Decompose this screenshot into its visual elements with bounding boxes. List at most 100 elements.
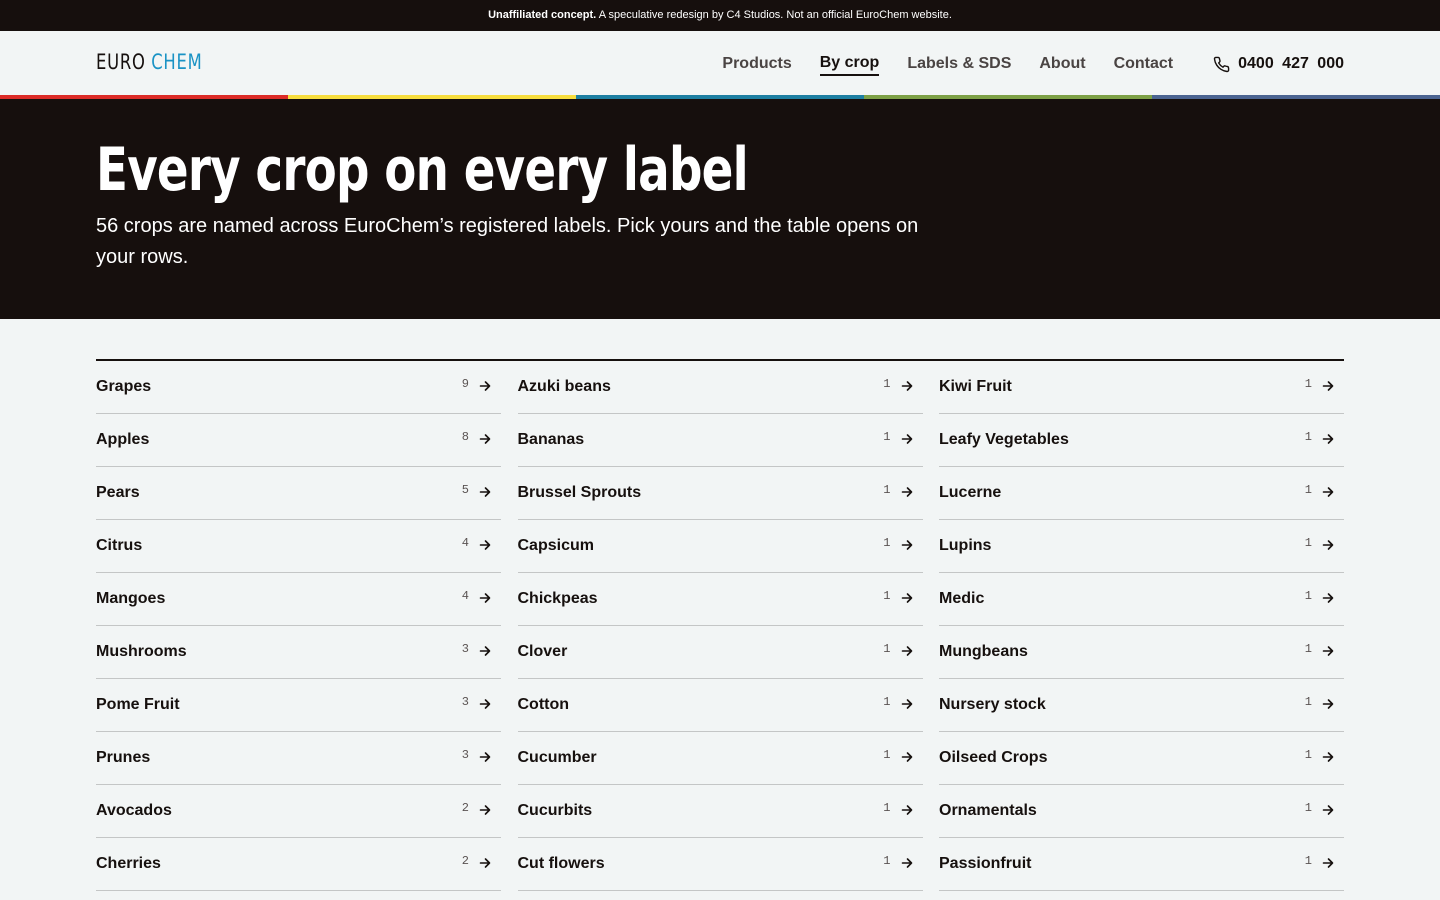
label-count: 1: [883, 854, 891, 868]
crop-row[interactable]: Azuki beans 1: [517, 361, 923, 414]
crop-row[interactable]: Apples 8: [96, 414, 501, 467]
label-count: 3: [461, 748, 469, 762]
label-count: 9: [461, 377, 469, 391]
crop-name: Capsicum: [517, 537, 594, 554]
crop-row[interactable]: Passionfruit 1: [939, 838, 1344, 891]
label-count: 1: [883, 483, 891, 497]
arrow-right-icon: [901, 751, 913, 763]
logo-part-chem: CHEM: [151, 50, 203, 74]
crop-name: Kiwi Fruit: [939, 378, 1012, 395]
crop-row[interactable]: Mushrooms 3: [96, 626, 501, 679]
label-count: 3: [461, 642, 469, 656]
crop-row[interactable]: Pears 5: [96, 467, 501, 520]
crop-row[interactable]: Pome Fruit 3: [96, 679, 501, 732]
label-count: 8: [461, 430, 469, 444]
crop-name: Ornamentals: [939, 802, 1037, 819]
crop-name: Mushrooms: [96, 643, 187, 660]
crop-row[interactable]: Lupins 1: [939, 520, 1344, 573]
crop-row[interactable]: Grapes 9: [96, 361, 501, 414]
crop-column: Grapes 9 Apples 8 Pears 5 Citrus 4 Mangoes 4 Mushr…: [96, 361, 501, 891]
crop-row[interactable]: Nursery stock 1: [939, 679, 1344, 732]
concept-notice-text: A speculative redesign by C4 Studios. No…: [596, 9, 952, 21]
arrow-right-icon: [1322, 539, 1334, 551]
logo-part-euro: EURO: [96, 50, 146, 74]
crop-row[interactable]: Leafy Vegetables 1: [939, 414, 1344, 467]
crop-name: Avocados: [96, 802, 172, 819]
arrow-right-icon: [1322, 698, 1334, 710]
label-count: 3: [461, 695, 469, 709]
crop-row[interactable]: Ornamentals 1: [939, 785, 1344, 838]
crop-name: Passionfruit: [939, 855, 1032, 872]
crop-row[interactable]: Mangoes 4: [96, 573, 501, 626]
arrow-right-icon: [479, 539, 491, 551]
crop-row[interactable]: Lucerne 1: [939, 467, 1344, 520]
crop-row[interactable]: Chickpeas 1: [517, 573, 923, 626]
crop-row[interactable]: Medic 1: [939, 573, 1344, 626]
crop-row[interactable]: Cucurbits 1: [517, 785, 923, 838]
crop-row[interactable]: Clover 1: [517, 626, 923, 679]
crop-row[interactable]: Citrus 4: [96, 520, 501, 573]
crop-name: Grapes: [96, 378, 152, 395]
nav-labels-sds[interactable]: Labels & SDS: [907, 53, 1011, 75]
crop-name: Chickpeas: [517, 590, 598, 607]
nav-about[interactable]: About: [1039, 53, 1085, 75]
crop-row[interactable]: Mungbeans 1: [939, 626, 1344, 679]
arrow-right-icon: [479, 592, 491, 604]
crop-row[interactable]: Avocados 2: [96, 785, 501, 838]
crop-index: Grapes 9 Apples 8 Pears 5 Citrus 4 Mangoes 4 Mushr…: [96, 359, 1344, 891]
arrow-right-icon: [1322, 751, 1334, 763]
arrow-right-icon: [901, 804, 913, 816]
crop-row[interactable]: Capsicum 1: [517, 520, 923, 573]
label-count: 1: [1304, 430, 1312, 444]
crop-row[interactable]: Brussel Sprouts 1: [517, 467, 923, 520]
crop-row[interactable]: Kiwi Fruit 1: [939, 361, 1344, 414]
crop-name: Leafy Vegetables: [939, 431, 1069, 448]
label-count: 1: [1304, 642, 1312, 656]
crop-column: Kiwi Fruit 1 Leafy Vegetables 1 Lucerne 1 Lupi…: [939, 361, 1344, 891]
concept-notice-bold: Unaffiliated concept.: [488, 9, 597, 21]
arrow-right-icon: [901, 539, 913, 551]
hero: Every crop on every label 56 crops are n…: [0, 99, 1440, 319]
eurochem-logo[interactable]: EURO CHEM: [96, 50, 203, 74]
label-count: 1: [1304, 483, 1312, 497]
crop-row[interactable]: Cherries 2: [96, 838, 501, 891]
nav-by-crop[interactable]: By crop: [819, 52, 880, 76]
crop-name: Nursery stock: [939, 696, 1046, 713]
label-count: 4: [461, 589, 469, 603]
arrow-right-icon: [901, 698, 913, 710]
label-count: 1: [883, 377, 891, 391]
nav-contact[interactable]: Contact: [1114, 53, 1174, 75]
arrow-right-icon: [479, 645, 491, 657]
crop-row[interactable]: Prunes 3: [96, 732, 501, 785]
nav-products[interactable]: Products: [722, 53, 791, 75]
phone-link[interactable]: 0400 427 000: [1213, 55, 1344, 73]
label-count: 5: [461, 483, 469, 497]
crop-row[interactable]: Oilseed Crops 1: [939, 732, 1344, 785]
crop-name: Cucurbits: [517, 802, 593, 819]
label-count: 1: [883, 695, 891, 709]
crop-name: Lucerne: [939, 484, 1002, 501]
arrow-right-icon: [479, 433, 491, 445]
arrow-right-icon: [1322, 645, 1334, 657]
arrow-right-icon: [1322, 433, 1334, 445]
arrow-right-icon: [1322, 380, 1334, 392]
crop-name: Prunes: [96, 749, 151, 766]
crop-name: Apples: [96, 431, 150, 448]
label-count: 1: [1304, 801, 1312, 815]
label-count: 1: [1304, 536, 1312, 550]
label-count: 1: [883, 748, 891, 762]
label-count: 1: [1304, 589, 1312, 603]
label-count: 1: [883, 642, 891, 656]
label-count: 2: [461, 801, 469, 815]
crop-row[interactable]: Cucumber 1: [517, 732, 923, 785]
site-header: EURO CHEM Products By crop Labels & SDS A…: [0, 31, 1440, 95]
label-count: 1: [883, 801, 891, 815]
label-count: 1: [1304, 854, 1312, 868]
crop-row[interactable]: Cut flowers 1: [517, 838, 923, 891]
crop-name: Citrus: [96, 537, 143, 554]
crop-row[interactable]: Bananas 1: [517, 414, 923, 467]
crop-row[interactable]: Cotton 1: [517, 679, 923, 732]
arrow-right-icon: [479, 486, 491, 498]
label-count: 1: [883, 589, 891, 603]
crop-name: Cotton: [517, 696, 570, 713]
